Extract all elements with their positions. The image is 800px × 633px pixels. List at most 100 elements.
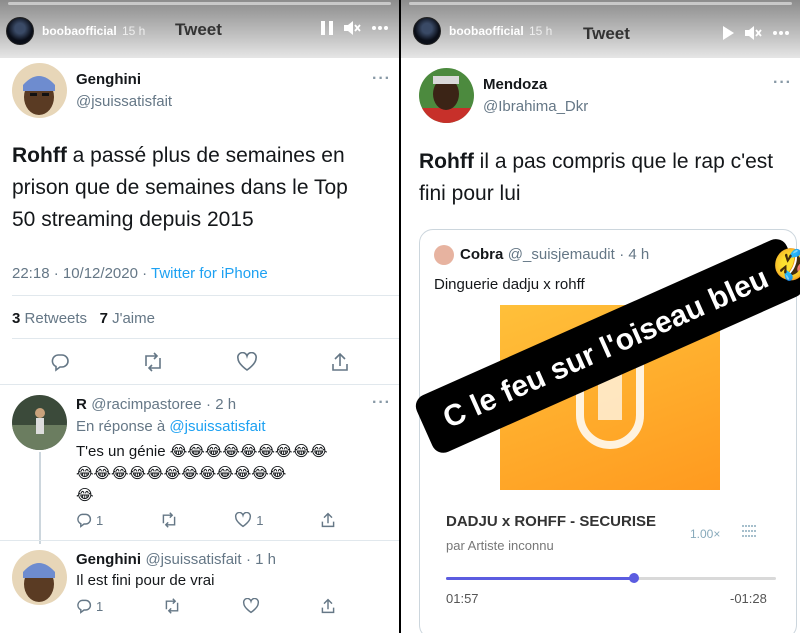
reply-mention-link[interactable]: @jsuissatisfait xyxy=(169,418,265,435)
seek-progress xyxy=(446,577,635,580)
tweet-text-line: il a pas compris que le rap c'est xyxy=(473,150,774,173)
story-header: boobaofficial 15 h Tweet xyxy=(401,0,800,58)
retweet-icon[interactable] xyxy=(142,352,164,372)
story-header: boobaofficial 15 h Tweet xyxy=(0,0,399,58)
reply-text: T'es un génie 😂😂😂😂😂😂😂😂😂 😂😂😂😂😂😂😂😂😂😂😂😂 😂 xyxy=(76,441,328,507)
more-options-icon[interactable]: ··· xyxy=(372,70,391,88)
retweet-icon[interactable] xyxy=(160,512,178,528)
reply-icon[interactable]: 1 xyxy=(76,598,103,614)
story-avatar[interactable] xyxy=(413,17,441,45)
reply-icon[interactable] xyxy=(50,352,70,372)
reply-author-name[interactable]: R xyxy=(76,396,87,413)
author-name[interactable]: Mendoza xyxy=(483,76,547,93)
mute-icon[interactable] xyxy=(343,20,361,36)
tweet-mention-bold: Rohff xyxy=(419,150,474,173)
divider xyxy=(12,338,399,339)
story-progress-bar xyxy=(409,2,792,5)
story-time: 15 h xyxy=(529,24,553,38)
story-title: Tweet xyxy=(175,20,222,39)
remaining-time: -01:28 xyxy=(730,591,767,606)
play-icon[interactable] xyxy=(723,26,734,40)
divider xyxy=(0,540,399,541)
elapsed-time: 01:57 xyxy=(446,591,479,606)
reply-time: · 2 h xyxy=(206,396,237,413)
story-controls xyxy=(321,20,389,36)
tweet-text-line: 50 streaming depuis 2015 xyxy=(12,208,254,231)
reply-text: Il est fini pour de vrai xyxy=(76,572,215,589)
story-username[interactable]: boobaofficial xyxy=(449,24,524,38)
share-icon[interactable] xyxy=(320,598,336,614)
more-icon[interactable] xyxy=(371,25,389,31)
quoted-header: Cobra @_suisjemaudit · 4 h xyxy=(460,246,649,264)
story-controls xyxy=(723,25,790,41)
reply-header: R @racimpastoree · 2 h xyxy=(76,396,236,414)
author-avatar[interactable] xyxy=(12,63,67,118)
story-username[interactable]: boobaofficial xyxy=(42,24,117,38)
share-icon[interactable] xyxy=(320,512,336,528)
tweet-text-line: prison que de semaines dans le Top xyxy=(12,176,348,199)
author-name[interactable]: Genghini xyxy=(76,71,141,88)
tweet-mention-bold: Rohff xyxy=(12,144,67,167)
reply-author-handle[interactable]: @racimpastoree xyxy=(91,396,201,413)
story-progress-bar xyxy=(8,2,391,5)
likes-label[interactable]: J'aime xyxy=(112,310,155,327)
reply-icon[interactable]: 1 xyxy=(76,512,103,528)
retweet-icon[interactable] xyxy=(163,598,181,614)
reply-count: 1 xyxy=(96,598,104,614)
tweet-source-link[interactable]: Twitter for iPhone xyxy=(151,265,268,282)
retweets-count: 3 xyxy=(12,310,21,327)
playback-speed[interactable]: 1.00× xyxy=(690,527,720,541)
like-count: 1 xyxy=(256,512,264,528)
divider xyxy=(12,295,399,296)
author-avatar[interactable] xyxy=(419,68,474,123)
track-artist: par Artiste inconnu xyxy=(446,538,554,553)
like-icon[interactable]: 1 xyxy=(234,512,263,528)
quoted-author-handle[interactable]: @_suisjemaudit xyxy=(508,246,615,263)
reply-header: Genghini @jsuissatisfait · 1 h xyxy=(76,551,276,569)
laughing-emoji-row: 😂 xyxy=(76,487,94,504)
retweets-label[interactable]: Retweets xyxy=(25,310,88,327)
story-frame-left: boobaofficial 15 h Tweet Genghini @jsuis… xyxy=(0,0,399,633)
pause-icon[interactable] xyxy=(321,21,333,35)
track-title: DADJU x ROHFF - SECURISE xyxy=(446,513,657,530)
in-reply-to: En réponse à @jsuissatisfait xyxy=(76,416,266,438)
tweet-text-line: fini pour lui xyxy=(419,182,521,205)
more-icon[interactable] xyxy=(772,30,790,36)
tweet-stats: 3 Retweets 7 J'aime xyxy=(12,310,155,327)
share-icon[interactable] xyxy=(330,352,350,372)
author-handle[interactable]: @Ibrahima_Dkr xyxy=(483,98,588,115)
seek-handle[interactable] xyxy=(629,573,640,583)
reply-author-name[interactable]: Genghini xyxy=(76,551,141,568)
reply-text-body: T'es un génie xyxy=(76,443,166,460)
thread-line xyxy=(39,452,41,544)
like-icon[interactable] xyxy=(236,352,258,372)
more-options-icon[interactable]: ··· xyxy=(773,74,792,92)
tweet-action-bar xyxy=(50,352,350,372)
in-reply-label: En réponse à xyxy=(76,418,170,435)
tweet-text-line: a passé plus de semaines en xyxy=(66,144,345,167)
reply-count: 1 xyxy=(96,512,104,528)
tweet-meta: 22:18 · 10/12/2020 · Twitter for iPhone xyxy=(12,265,268,282)
tweet-text: Rohff a passé plus de semaines en prison… xyxy=(12,140,348,236)
divider xyxy=(0,384,399,385)
quoted-text: Dinguerie dadju x rohff xyxy=(434,276,585,293)
tweet-text: Rohff il a pas compris que le rap c'est … xyxy=(419,146,773,210)
likes-count: 7 xyxy=(99,310,108,327)
reply-avatar[interactable] xyxy=(12,550,67,605)
story-avatar[interactable] xyxy=(6,17,34,45)
reply-avatar[interactable] xyxy=(12,395,67,450)
reply-author-handle[interactable]: @jsuissatisfait xyxy=(145,551,241,568)
quoted-time: · 4 h xyxy=(619,246,650,263)
quoted-avatar[interactable] xyxy=(434,245,454,265)
more-options-icon[interactable]: ··· xyxy=(372,394,391,412)
reply-action-bar: 1 xyxy=(76,598,336,614)
reply-action-bar: 1 1 xyxy=(76,512,336,528)
author-handle[interactable]: @jsuissatisfait xyxy=(76,93,172,110)
tweet-datetime: 22:18 · 10/12/2020 · xyxy=(12,265,151,282)
mute-icon[interactable] xyxy=(744,25,762,41)
story-title: Tweet xyxy=(583,24,630,43)
like-icon[interactable] xyxy=(242,598,260,614)
quoted-author-name[interactable]: Cobra xyxy=(460,246,503,263)
menu-icon[interactable] xyxy=(740,523,758,544)
reply-time: · 1 h xyxy=(246,551,277,568)
